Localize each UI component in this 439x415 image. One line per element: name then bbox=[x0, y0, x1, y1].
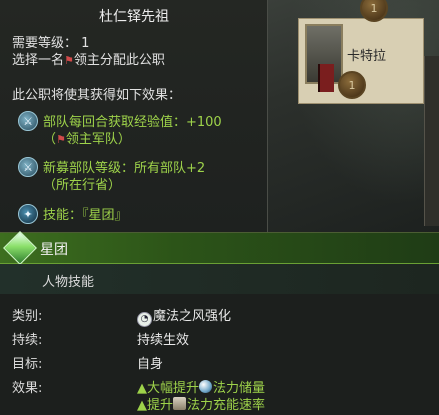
paren-open: （ bbox=[43, 132, 57, 147]
office-title: 杜仁铎先祖 bbox=[99, 9, 169, 25]
skill-panel: 星团 人物技能 类别: ◔ 魔法之风强化 持续: 持续生效 目标: 自身 效果: … bbox=[0, 231, 439, 415]
skill-reference[interactable]: 技能：『星团』 bbox=[43, 204, 128, 223]
effect-experience-target: 领主军队） bbox=[65, 132, 131, 147]
flag-icon: ⚑ bbox=[56, 133, 66, 146]
game-ui: 卡特拉 1 1 杜仁铎先祖 需要等级： 1 选择一名⚑领主分配此公职 此公职将使… bbox=[0, 0, 439, 415]
assign-instruction: 选择一名⚑领主分配此公职 bbox=[12, 49, 165, 68]
field-label-type: 类别: bbox=[12, 309, 43, 324]
effect-recruit-scope: （所在行省） bbox=[43, 178, 122, 193]
field-label-effect: 效果: bbox=[12, 381, 43, 396]
field-label-target: 目标: bbox=[12, 357, 43, 372]
field-label-duration: 持续: bbox=[12, 333, 43, 348]
skill-category-bar: 人物技能 bbox=[0, 264, 439, 294]
field-value-duration: 持续生效 bbox=[137, 333, 190, 348]
rank-medal-icon: 1 bbox=[338, 71, 366, 99]
field-value-type: ◔ 魔法之风强化 bbox=[137, 305, 231, 327]
effects-header: 此公职将使其获得如下效果： bbox=[12, 88, 182, 103]
mana-orb-icon bbox=[199, 380, 212, 393]
office-tooltip: 杜仁铎先祖 需要等级： 1 选择一名⚑领主分配此公职 此公职将使其获得如下效果：… bbox=[0, 0, 268, 232]
beetle-icon: ✦ bbox=[18, 204, 38, 224]
scroll-icon bbox=[173, 397, 186, 410]
wind-icon: ◔ bbox=[137, 311, 152, 327]
field-value-target: 自身 bbox=[137, 357, 164, 372]
type-value: 魔法之风强化 bbox=[153, 309, 232, 324]
effect-2-prefix: ▲提升 bbox=[137, 398, 173, 413]
effect-experience-scope: （⚑领主军队） bbox=[43, 128, 131, 147]
character-name: 卡特拉 bbox=[347, 49, 387, 64]
assign-prefix: 选择一名 bbox=[12, 53, 65, 68]
sword-arrow-icon: ⚔ bbox=[18, 111, 38, 131]
panel-edge bbox=[424, 56, 439, 226]
skill-header: 星团 bbox=[0, 231, 439, 265]
skill-category: 人物技能 bbox=[42, 275, 95, 290]
flag-icon: ⚑ bbox=[64, 54, 74, 67]
faction-banner bbox=[318, 64, 334, 92]
star-gem-icon bbox=[3, 231, 37, 265]
effect-mana-recharge: ▲提升 法力充能速率 bbox=[137, 394, 265, 413]
effect-2-suffix: 法力充能速率 bbox=[187, 398, 266, 413]
skill-name: 星团 bbox=[40, 242, 68, 258]
sword-arrow-icon: ⚔ bbox=[18, 157, 38, 177]
assign-suffix: 领主分配此公职 bbox=[73, 53, 165, 68]
